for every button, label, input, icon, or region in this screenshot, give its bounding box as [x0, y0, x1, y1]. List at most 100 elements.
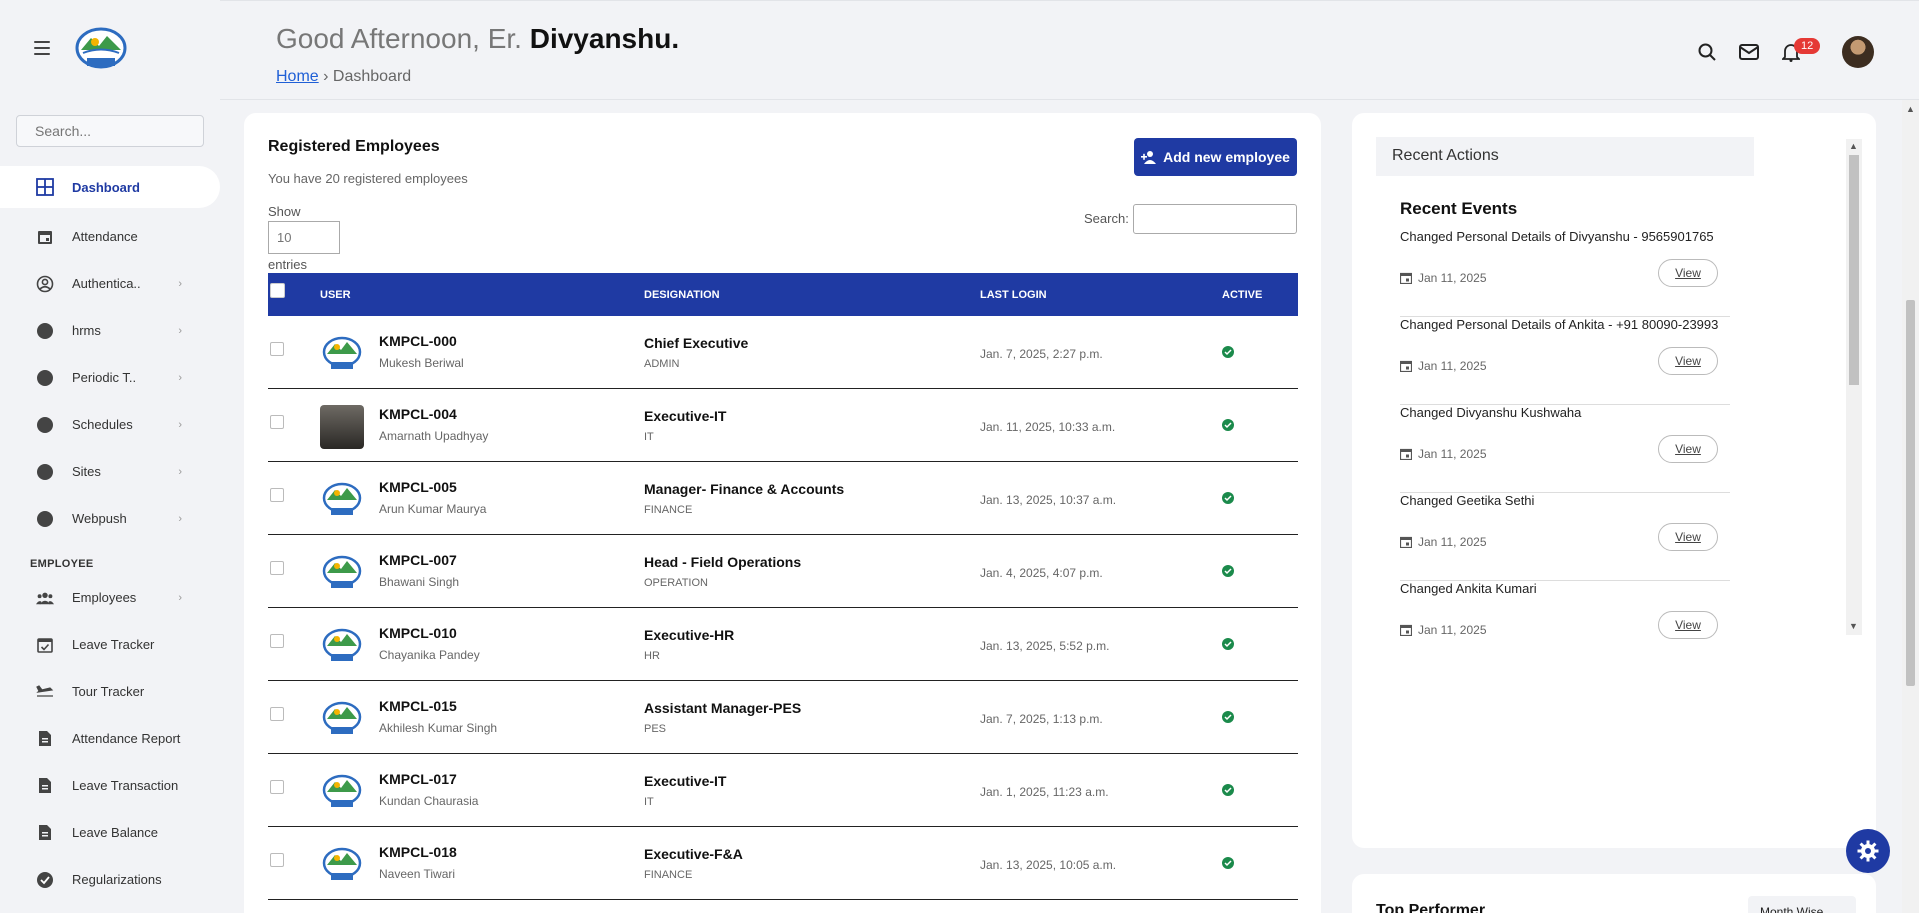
scrollbar-thumb[interactable] [1906, 300, 1915, 686]
scroll-down-arrow-icon[interactable]: ▼ [1849, 621, 1858, 631]
sidebar-item-label: Regularizations [72, 872, 162, 887]
sidebar-item-regularizations[interactable]: Regularizations [0, 856, 220, 903]
column-header-active[interactable]: ACTIVE [1222, 289, 1262, 301]
sidebar-item-sites[interactable]: Sites › [0, 448, 220, 495]
view-button[interactable]: View [1658, 523, 1718, 551]
list-item: Changed Geetika Sethi Jan 11, 2025 View [1400, 493, 1730, 581]
employee-code: KMPCL-000 [379, 333, 457, 349]
active-check-icon [1222, 784, 1234, 796]
page-title: Good Afternoon, Er. Divyanshu. [276, 23, 679, 55]
employee-code: KMPCL-004 [379, 406, 457, 422]
scroll-up-arrow-icon[interactable]: ▲ [1849, 141, 1858, 151]
table-row[interactable]: KMPCL-007 Bhawani Singh Head - Field Ope… [268, 535, 1298, 608]
table-row[interactable]: KMPCL-010 Chayanika Pandey Executive-HR … [268, 608, 1298, 681]
sidebar-item-authentication[interactable]: Authentica.. › [0, 260, 220, 307]
bell-icon[interactable]: 12 [1780, 38, 1821, 63]
greeting-name: Divyanshu. [529, 23, 680, 54]
calendar-icon [1400, 448, 1412, 460]
sidebar-item-label: Webpush [72, 511, 127, 526]
sidebar-item-label: Leave Balance [72, 825, 159, 840]
sidebar-item-attendance-report[interactable]: Attendance Report [0, 715, 220, 762]
row-checkbox[interactable] [270, 342, 284, 356]
row-checkbox[interactable] [270, 561, 284, 575]
recent-events-scrollbar[interactable]: ▲ ▼ [1846, 139, 1862, 635]
page-scrollbar[interactable]: ▲ [1902, 100, 1919, 913]
view-button[interactable]: View [1658, 435, 1718, 463]
sidebar-item-leave-balance[interactable]: Leave Balance [0, 809, 220, 856]
sidebar-item-employees[interactable]: Employees › [0, 574, 220, 621]
sidebar-item-attendance[interactable]: Attendance [0, 213, 220, 260]
recent-events-list[interactable]: Recent Events Changed Personal Details o… [1400, 199, 1730, 744]
table-row[interactable]: KMPCL-017 Kundan Chaurasia Executive-IT … [268, 754, 1298, 827]
row-checkbox[interactable] [270, 415, 284, 429]
calendar-icon [1400, 624, 1412, 636]
avatar[interactable] [1842, 36, 1874, 68]
table-row[interactable]: KMPCL-000 Mukesh Beriwal Chief Executive… [268, 316, 1298, 389]
entries-per-page-input[interactable] [268, 221, 340, 254]
select-all-checkbox[interactable] [270, 283, 285, 298]
event-text: Changed Personal Details of Ankita - +91… [1400, 317, 1719, 332]
sidebar-item-webpush[interactable]: Webpush › [0, 495, 220, 542]
gear-icon [1857, 840, 1879, 862]
settings-button[interactable] [1846, 829, 1890, 873]
row-checkbox[interactable] [270, 488, 284, 502]
sidebar-item-leave-tracker[interactable]: Leave Tracker [0, 621, 220, 668]
row-checkbox[interactable] [270, 707, 284, 721]
active-check-icon [1222, 711, 1234, 723]
hamburger-menu-icon[interactable] [34, 41, 50, 55]
employee-name: Akhilesh Kumar Singh [379, 721, 498, 735]
view-button[interactable]: View [1658, 347, 1718, 375]
scrollbar-thumb[interactable] [1849, 155, 1859, 385]
event-date: Jan 11, 2025 [1400, 447, 1487, 461]
sidebar: Dashboard Attendance Authentica.. › hrms… [0, 0, 220, 913]
check-circle-icon [36, 871, 54, 889]
active-check-icon [1222, 419, 1234, 431]
sidebar-item-periodic[interactable]: Periodic T.. › [0, 354, 220, 401]
mail-icon[interactable] [1738, 41, 1760, 63]
column-header-designation[interactable]: DESIGNATION [644, 289, 720, 301]
breadcrumb: Home › Dashboard [276, 68, 411, 86]
table-row[interactable]: KMPCL-015 Akhilesh Kumar Singh Assistant… [268, 681, 1298, 754]
company-logo[interactable] [73, 26, 129, 72]
view-button[interactable]: View [1658, 259, 1718, 287]
list-item: Changed Personal Details of Ankita - +91… [1400, 317, 1730, 405]
registered-employees-card: Registered Employees You have 20 registe… [244, 113, 1321, 913]
employee-last-login: Jan. 11, 2025, 10:33 a.m. [980, 420, 1116, 434]
breadcrumb-home-link[interactable]: Home [276, 68, 319, 85]
view-button[interactable]: View [1658, 611, 1718, 639]
sidebar-item-tour-tracker[interactable]: Tour Tracker [0, 668, 220, 715]
sidebar-item-hrms[interactable]: hrms › [0, 307, 220, 354]
period-select[interactable]: Month Wise [1748, 896, 1856, 913]
table-row[interactable]: KMPCL-005 Arun Kumar Maurya Manager- Fin… [268, 462, 1298, 535]
breadcrumb-current: Dashboard [332, 68, 412, 85]
row-checkbox[interactable] [270, 853, 284, 867]
column-header-last-login[interactable]: LAST LOGIN [980, 289, 1047, 301]
sidebar-item-dashboard[interactable]: Dashboard [0, 166, 220, 208]
table-row[interactable]: KMPCL-018 Naveen Tiwari Executive-F&A FI… [268, 827, 1298, 900]
calendar-icon [1400, 272, 1412, 284]
employee-department: IT [644, 431, 654, 443]
row-checkbox[interactable] [270, 634, 284, 648]
event-date-text: Jan 11, 2025 [1418, 447, 1487, 461]
sidebar-item-schedules[interactable]: Schedules › [0, 401, 220, 448]
event-date: Jan 11, 2025 [1400, 623, 1487, 637]
employee-last-login: Jan. 13, 2025, 10:37 a.m. [980, 493, 1117, 507]
search-icon[interactable] [1696, 41, 1718, 63]
chevron-right-icon: › [178, 277, 182, 290]
sidebar-section-employee: EMPLOYEE [30, 558, 94, 570]
table-row[interactable]: KMPCL-004 Amarnath Upadhyay Executive-IT… [268, 389, 1298, 462]
chevron-right-icon: › [178, 591, 182, 604]
sidebar-item-leave-transaction[interactable]: Leave Transaction [0, 762, 220, 809]
row-checkbox[interactable] [270, 780, 284, 794]
employee-last-login: Jan. 13, 2025, 10:05 a.m. [980, 858, 1117, 872]
event-text: Changed Personal Details of Divyanshu - … [1400, 229, 1714, 244]
chevron-right-icon: › [178, 324, 182, 337]
sidebar-search-input[interactable] [16, 115, 204, 147]
add-employee-button[interactable]: Add new employee [1134, 138, 1297, 176]
breadcrumb-separator: › [318, 68, 333, 85]
employee-avatar-logo [322, 628, 362, 661]
column-header-user[interactable]: USER [320, 289, 351, 301]
scroll-up-arrow-icon[interactable]: ▲ [1906, 104, 1915, 114]
table-search-input[interactable] [1133, 204, 1297, 234]
event-date-text: Jan 11, 2025 [1418, 359, 1487, 373]
